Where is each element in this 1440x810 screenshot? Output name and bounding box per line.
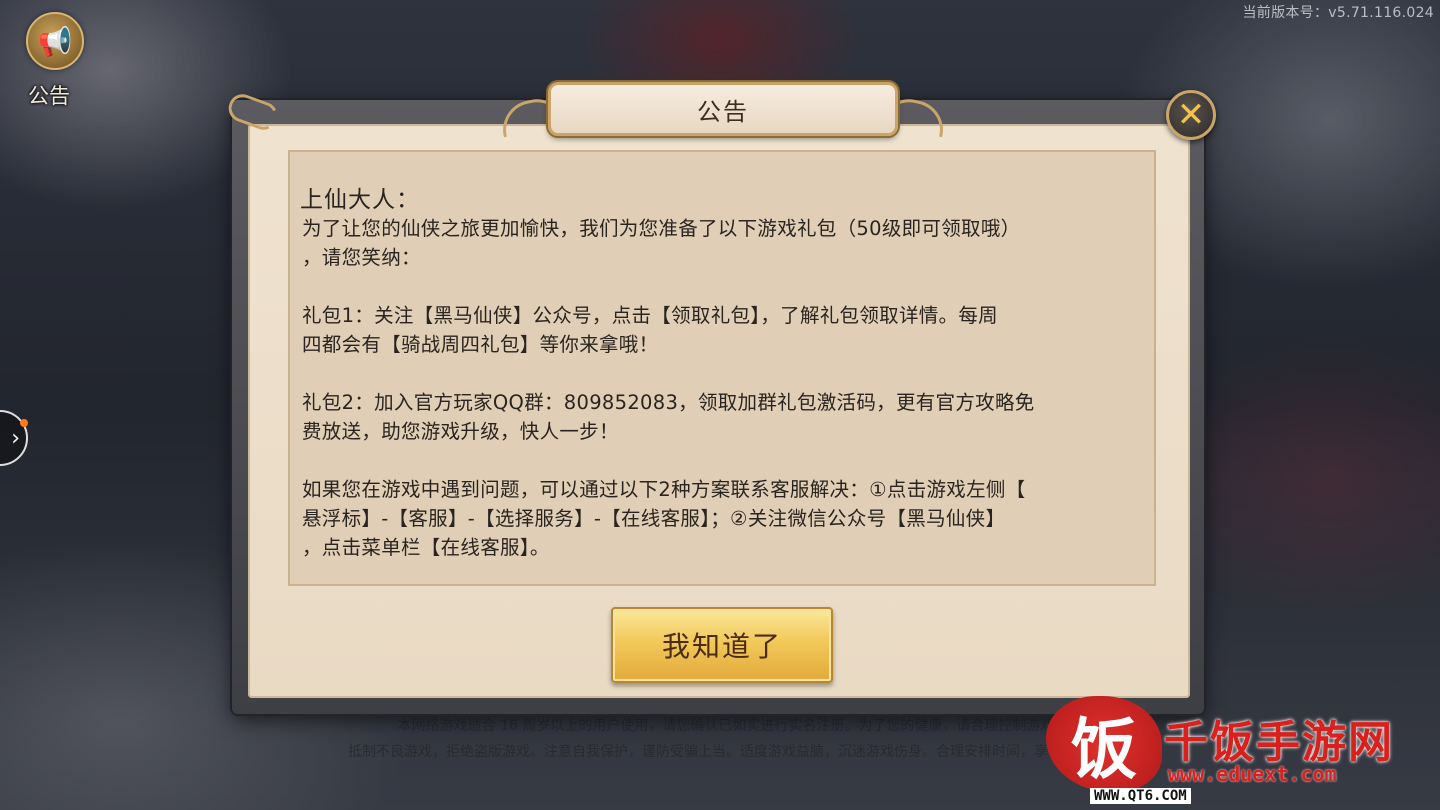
site-watermark: 饭 千饭手游网 www.eduext.com WWW.QT6.COM [1040, 694, 1430, 806]
announcement-body: 为了让您的仙侠之旅更加愉快，我们为您准备了以下游戏礼包（50级即可领取哦） ，请… [302, 217, 1035, 559]
announcement-greeting: 上仙大人： [300, 187, 420, 213]
notification-dot [20, 419, 28, 427]
watermark-logo: 饭 [1046, 696, 1162, 792]
close-button[interactable]: ✕ [1166, 90, 1216, 140]
close-icon: ✕ [1176, 95, 1206, 135]
version-label: 当前版本号：v5.71.116.024 [1242, 5, 1434, 21]
confirm-button[interactable]: 我知道了 [611, 607, 833, 683]
watermark-url: www.eduext.com [1168, 762, 1337, 786]
watermark-title: 千饭手游网 [1164, 717, 1394, 768]
watermark-site: WWW.QT6.COM [1090, 788, 1191, 804]
chevron-right-icon: › [11, 425, 20, 451]
notice-button-label: 公告 [28, 84, 70, 108]
notice-button[interactable]: 📢 公告 [18, 12, 92, 108]
announcement-content[interactable]: 上仙大人： 为了让您的仙侠之旅更加愉快，我们为您准备了以下游戏礼包（50级即可领… [288, 150, 1156, 586]
megaphone-icon: 📢 [26, 12, 84, 70]
dialog-title: 公告 [548, 82, 898, 136]
